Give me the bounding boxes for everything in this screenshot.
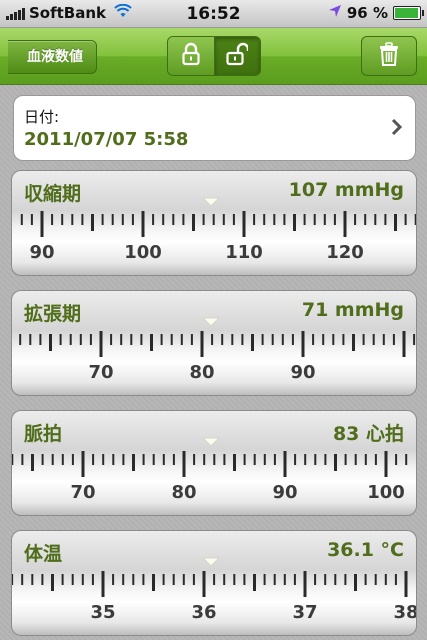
battery-icon bbox=[393, 6, 424, 20]
pointer-marker bbox=[201, 197, 221, 207]
gauge-label: 収縮期 bbox=[24, 183, 82, 205]
scale-tick-label: 90 bbox=[290, 362, 315, 383]
scale-tick-label: 60 bbox=[12, 362, 13, 383]
trash-icon bbox=[379, 42, 399, 70]
scale-tick-label: 110 bbox=[225, 242, 263, 263]
gauge-diastolic[interactable]: 60 70 80 90 拡張期 71 mmHg bbox=[11, 290, 417, 396]
scale-tick-label: 90 bbox=[272, 482, 297, 503]
scale-tick-label: 80 bbox=[171, 482, 196, 503]
location-arrow-icon bbox=[328, 4, 342, 22]
gauge-value: 107 mmHg bbox=[288, 179, 404, 201]
scale-tick-label: 70 bbox=[88, 362, 113, 383]
gauge-value: 83 心拍 bbox=[332, 423, 404, 445]
delete-button[interactable] bbox=[361, 36, 417, 76]
scale-tick-label: 36 bbox=[191, 602, 216, 623]
scale-tick-label: 120 bbox=[326, 242, 364, 263]
scale-tick-label: 80 bbox=[189, 362, 214, 383]
gauge-label: 脈拍 bbox=[24, 423, 63, 445]
unlock-segment[interactable] bbox=[214, 37, 260, 75]
status-bar: SoftBank 16:52 96 % bbox=[0, 0, 427, 28]
back-button-label: 血液数値 bbox=[27, 49, 83, 65]
gauge-label: 体温 bbox=[24, 543, 63, 565]
back-button[interactable]: 血液数値 bbox=[8, 40, 97, 74]
date-label: 日付: bbox=[24, 108, 60, 126]
scale-tick-label: 100 bbox=[124, 242, 162, 263]
content-area: 日付: 2011/07/07 5:58 90 100 110 120 収縮期 107 … bbox=[0, 85, 427, 640]
scale-tick-label: 100 bbox=[367, 482, 405, 503]
chevron-right-icon bbox=[391, 118, 403, 140]
lock-closed-icon bbox=[181, 42, 201, 70]
scale-tick-label: 90 bbox=[29, 242, 54, 263]
lock-open-icon bbox=[226, 42, 250, 70]
scale-tick-label: 38 bbox=[393, 602, 416, 623]
lock-segmented-control bbox=[167, 36, 261, 76]
pointer-marker bbox=[201, 557, 221, 567]
date-value: 2011/07/07 5:58 bbox=[24, 129, 189, 150]
pointer-marker bbox=[201, 317, 221, 327]
scale-tick-label: 70 bbox=[70, 482, 95, 503]
status-right: 96 % bbox=[328, 4, 424, 22]
gauge-label: 拡張期 bbox=[24, 303, 82, 325]
gauge-value: 36.1 °C bbox=[327, 539, 404, 561]
scale-tick-label: 37 bbox=[292, 602, 317, 623]
battery-percent: 96 % bbox=[346, 4, 388, 22]
gauge-pulse[interactable]: 70 80 90 100 脈拍 83 心拍 bbox=[11, 410, 417, 516]
lock-segment[interactable] bbox=[168, 37, 215, 75]
navigation-bar: 血液数値 bbox=[0, 28, 427, 85]
gauge-temperature[interactable]: 35 36 37 38 体温 36.1 °C bbox=[11, 530, 417, 636]
gauge-value: 71 mmHg bbox=[301, 299, 404, 321]
date-row[interactable]: 日付: 2011/07/07 5:58 bbox=[13, 95, 416, 161]
gauge-systolic[interactable]: 90 100 110 120 収縮期 107 mmHg bbox=[11, 170, 417, 276]
scale-tick-label: 35 bbox=[90, 602, 115, 623]
pointer-marker bbox=[201, 437, 221, 447]
